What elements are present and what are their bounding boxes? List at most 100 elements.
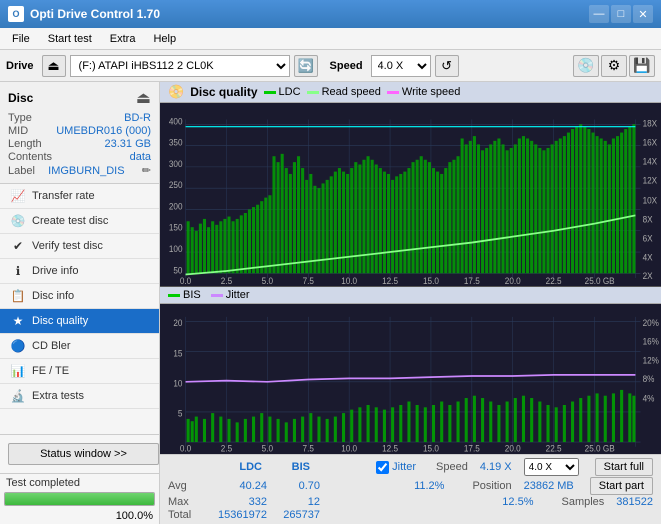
sidebar-item-extra-tests[interactable]: 🔬 Extra tests <box>0 384 159 409</box>
menu-help[interactable]: Help <box>145 31 184 47</box>
sidebar-item-cd-bler[interactable]: 🔵 CD Bler <box>0 334 159 359</box>
svg-text:50: 50 <box>173 265 182 276</box>
menu-file[interactable]: File <box>4 31 38 47</box>
length-label: Length <box>8 138 42 150</box>
chart-header: 📀 Disc quality LDC Read speed Write spee… <box>160 82 661 103</box>
create-test-disc-label: Create test disc <box>32 215 108 227</box>
save-icon-btn[interactable]: 💾 <box>629 55 655 77</box>
svg-text:10X: 10X <box>643 195 658 206</box>
settings-icon-btn[interactable]: ⚙ <box>601 55 627 77</box>
menu-bar: File Start test Extra Help <box>0 28 661 50</box>
svg-text:2.5: 2.5 <box>221 275 232 286</box>
drive-select[interactable]: (F:) ATAPI iHBS112 2 CL0K <box>70 55 290 77</box>
disc-info-icon: 📋 <box>10 289 26 303</box>
menu-extra[interactable]: Extra <box>102 31 144 47</box>
svg-text:4%: 4% <box>643 393 655 404</box>
svg-text:25.0 GB: 25.0 GB <box>585 443 615 454</box>
svg-text:400: 400 <box>169 116 183 127</box>
sidebar-item-disc-info[interactable]: 📋 Disc info <box>0 284 159 309</box>
contents-value: data <box>130 151 151 163</box>
bis-avg: 0.70 <box>275 480 320 492</box>
drive-refresh-icon[interactable]: 🔄 <box>294 55 318 77</box>
maximize-button[interactable]: □ <box>611 5 631 23</box>
sidebar-item-drive-info[interactable]: ℹ Drive info <box>0 259 159 284</box>
stats-max-row: Max 332 12 12.5% Samples 381522 <box>168 496 653 508</box>
disc-icon-btn[interactable]: 💿 <box>573 55 599 77</box>
svg-text:2.5: 2.5 <box>221 443 232 454</box>
svg-text:15: 15 <box>173 348 182 359</box>
main-content: Disc ⏏ Type BD-R MID UMEBDR016 (000) Len… <box>0 82 661 524</box>
legend-ldc-label: LDC <box>279 86 301 98</box>
close-button[interactable]: ✕ <box>633 5 653 23</box>
svg-text:2X: 2X <box>643 271 653 282</box>
drive-eject-icon[interactable]: ⏏ <box>42 55 66 77</box>
svg-text:300: 300 <box>169 158 183 169</box>
menu-start-test[interactable]: Start test <box>40 31 100 47</box>
chart-title: Disc quality <box>190 85 257 99</box>
charts-wrapper: 400 350 300 250 200 150 100 50 18X 16X 1… <box>160 103 661 454</box>
mid-value: UMEBDR016 (000) <box>56 125 151 137</box>
disc-quality-label: Disc quality <box>32 315 88 327</box>
svg-text:12%: 12% <box>643 355 660 366</box>
cd-bler-label: CD Bler <box>32 340 71 352</box>
svg-text:5.0: 5.0 <box>262 443 273 454</box>
start-full-button[interactable]: Start full <box>595 458 653 476</box>
progress-area: Test completed <box>0 473 159 492</box>
position-label: Position <box>472 480 511 492</box>
speed-stat-val: 4.19 X <box>480 461 512 473</box>
verify-test-disc-icon: ✔ <box>10 239 26 253</box>
sidebar-item-disc-quality[interactable]: ★ Disc quality <box>0 309 159 334</box>
progress-bar <box>4 492 155 506</box>
svg-text:15.0: 15.0 <box>423 275 439 286</box>
svg-text:8%: 8% <box>643 374 655 385</box>
transfer-rate-label: Transfer rate <box>32 190 95 202</box>
legend-bis-label: BIS <box>183 289 201 301</box>
svg-text:8X: 8X <box>643 214 653 225</box>
ldc-total: 15361972 <box>212 509 267 521</box>
svg-text:12X: 12X <box>643 175 658 186</box>
status-window-button[interactable]: Status window >> <box>8 443 159 465</box>
contents-label: Contents <box>8 151 52 163</box>
jitter-checkbox-area: Jitter <box>376 461 416 474</box>
jitter-checkbox[interactable] <box>376 461 389 474</box>
svg-text:10.0: 10.0 <box>341 275 357 286</box>
minimize-button[interactable]: — <box>589 5 609 23</box>
sidebar-item-verify-test-disc[interactable]: ✔ Verify test disc <box>0 234 159 259</box>
legend-write-speed: Write speed <box>387 86 461 98</box>
svg-text:7.5: 7.5 <box>303 443 314 454</box>
sidebar-item-create-test-disc[interactable]: 💿 Create test disc <box>0 209 159 234</box>
extra-tests-label: Extra tests <box>32 390 84 402</box>
info-bar: LDC BIS Jitter Speed 4.19 X 4.0 X Start … <box>160 454 661 524</box>
drive-info-icon: ℹ <box>10 264 26 278</box>
ldc-header: LDC <box>212 461 262 473</box>
svg-text:22.5: 22.5 <box>546 443 562 454</box>
jitter-header: Jitter <box>392 461 416 473</box>
legend-jitter-label: Jitter <box>226 289 250 301</box>
create-test-disc-icon: 💿 <box>10 214 26 228</box>
chart-bottom: BIS Jitter <box>160 287 661 454</box>
disc-eject-icon[interactable]: ⏏ <box>136 88 151 108</box>
speed-refresh-icon[interactable]: ↺ <box>435 55 459 77</box>
speed-select[interactable]: 4.0 X 8.0 X MAX <box>371 55 431 77</box>
svg-text:0.0: 0.0 <box>180 275 191 286</box>
disc-title: Disc <box>8 91 33 105</box>
edit-label-icon[interactable]: ✏ <box>142 164 151 177</box>
chart-header-icon: 📀 <box>168 84 184 100</box>
speed-stat-label: Speed <box>436 461 468 473</box>
start-part-button[interactable]: Start part <box>590 477 653 495</box>
transfer-rate-icon: 📈 <box>10 189 26 203</box>
avg-label: Avg <box>168 480 204 492</box>
sidebar-item-fe-te[interactable]: 📊 FE / TE <box>0 359 159 384</box>
speed-stat-select[interactable]: 4.0 X <box>524 458 579 476</box>
svg-text:20.0: 20.0 <box>505 443 521 454</box>
title-text: Opti Drive Control 1.70 <box>30 7 160 21</box>
stats-header-row: LDC BIS Jitter Speed 4.19 X 4.0 X Start … <box>168 458 653 476</box>
sidebar-item-transfer-rate[interactable]: 📈 Transfer rate <box>0 184 159 209</box>
svg-text:6X: 6X <box>643 233 653 244</box>
sidebar-nav: 📈 Transfer rate 💿 Create test disc ✔ Ver… <box>0 184 159 434</box>
svg-text:17.5: 17.5 <box>464 443 480 454</box>
svg-text:12.5: 12.5 <box>382 275 398 286</box>
svg-text:22.5: 22.5 <box>546 275 562 286</box>
legend-ldc: LDC <box>264 86 301 98</box>
svg-text:14X: 14X <box>643 156 658 167</box>
